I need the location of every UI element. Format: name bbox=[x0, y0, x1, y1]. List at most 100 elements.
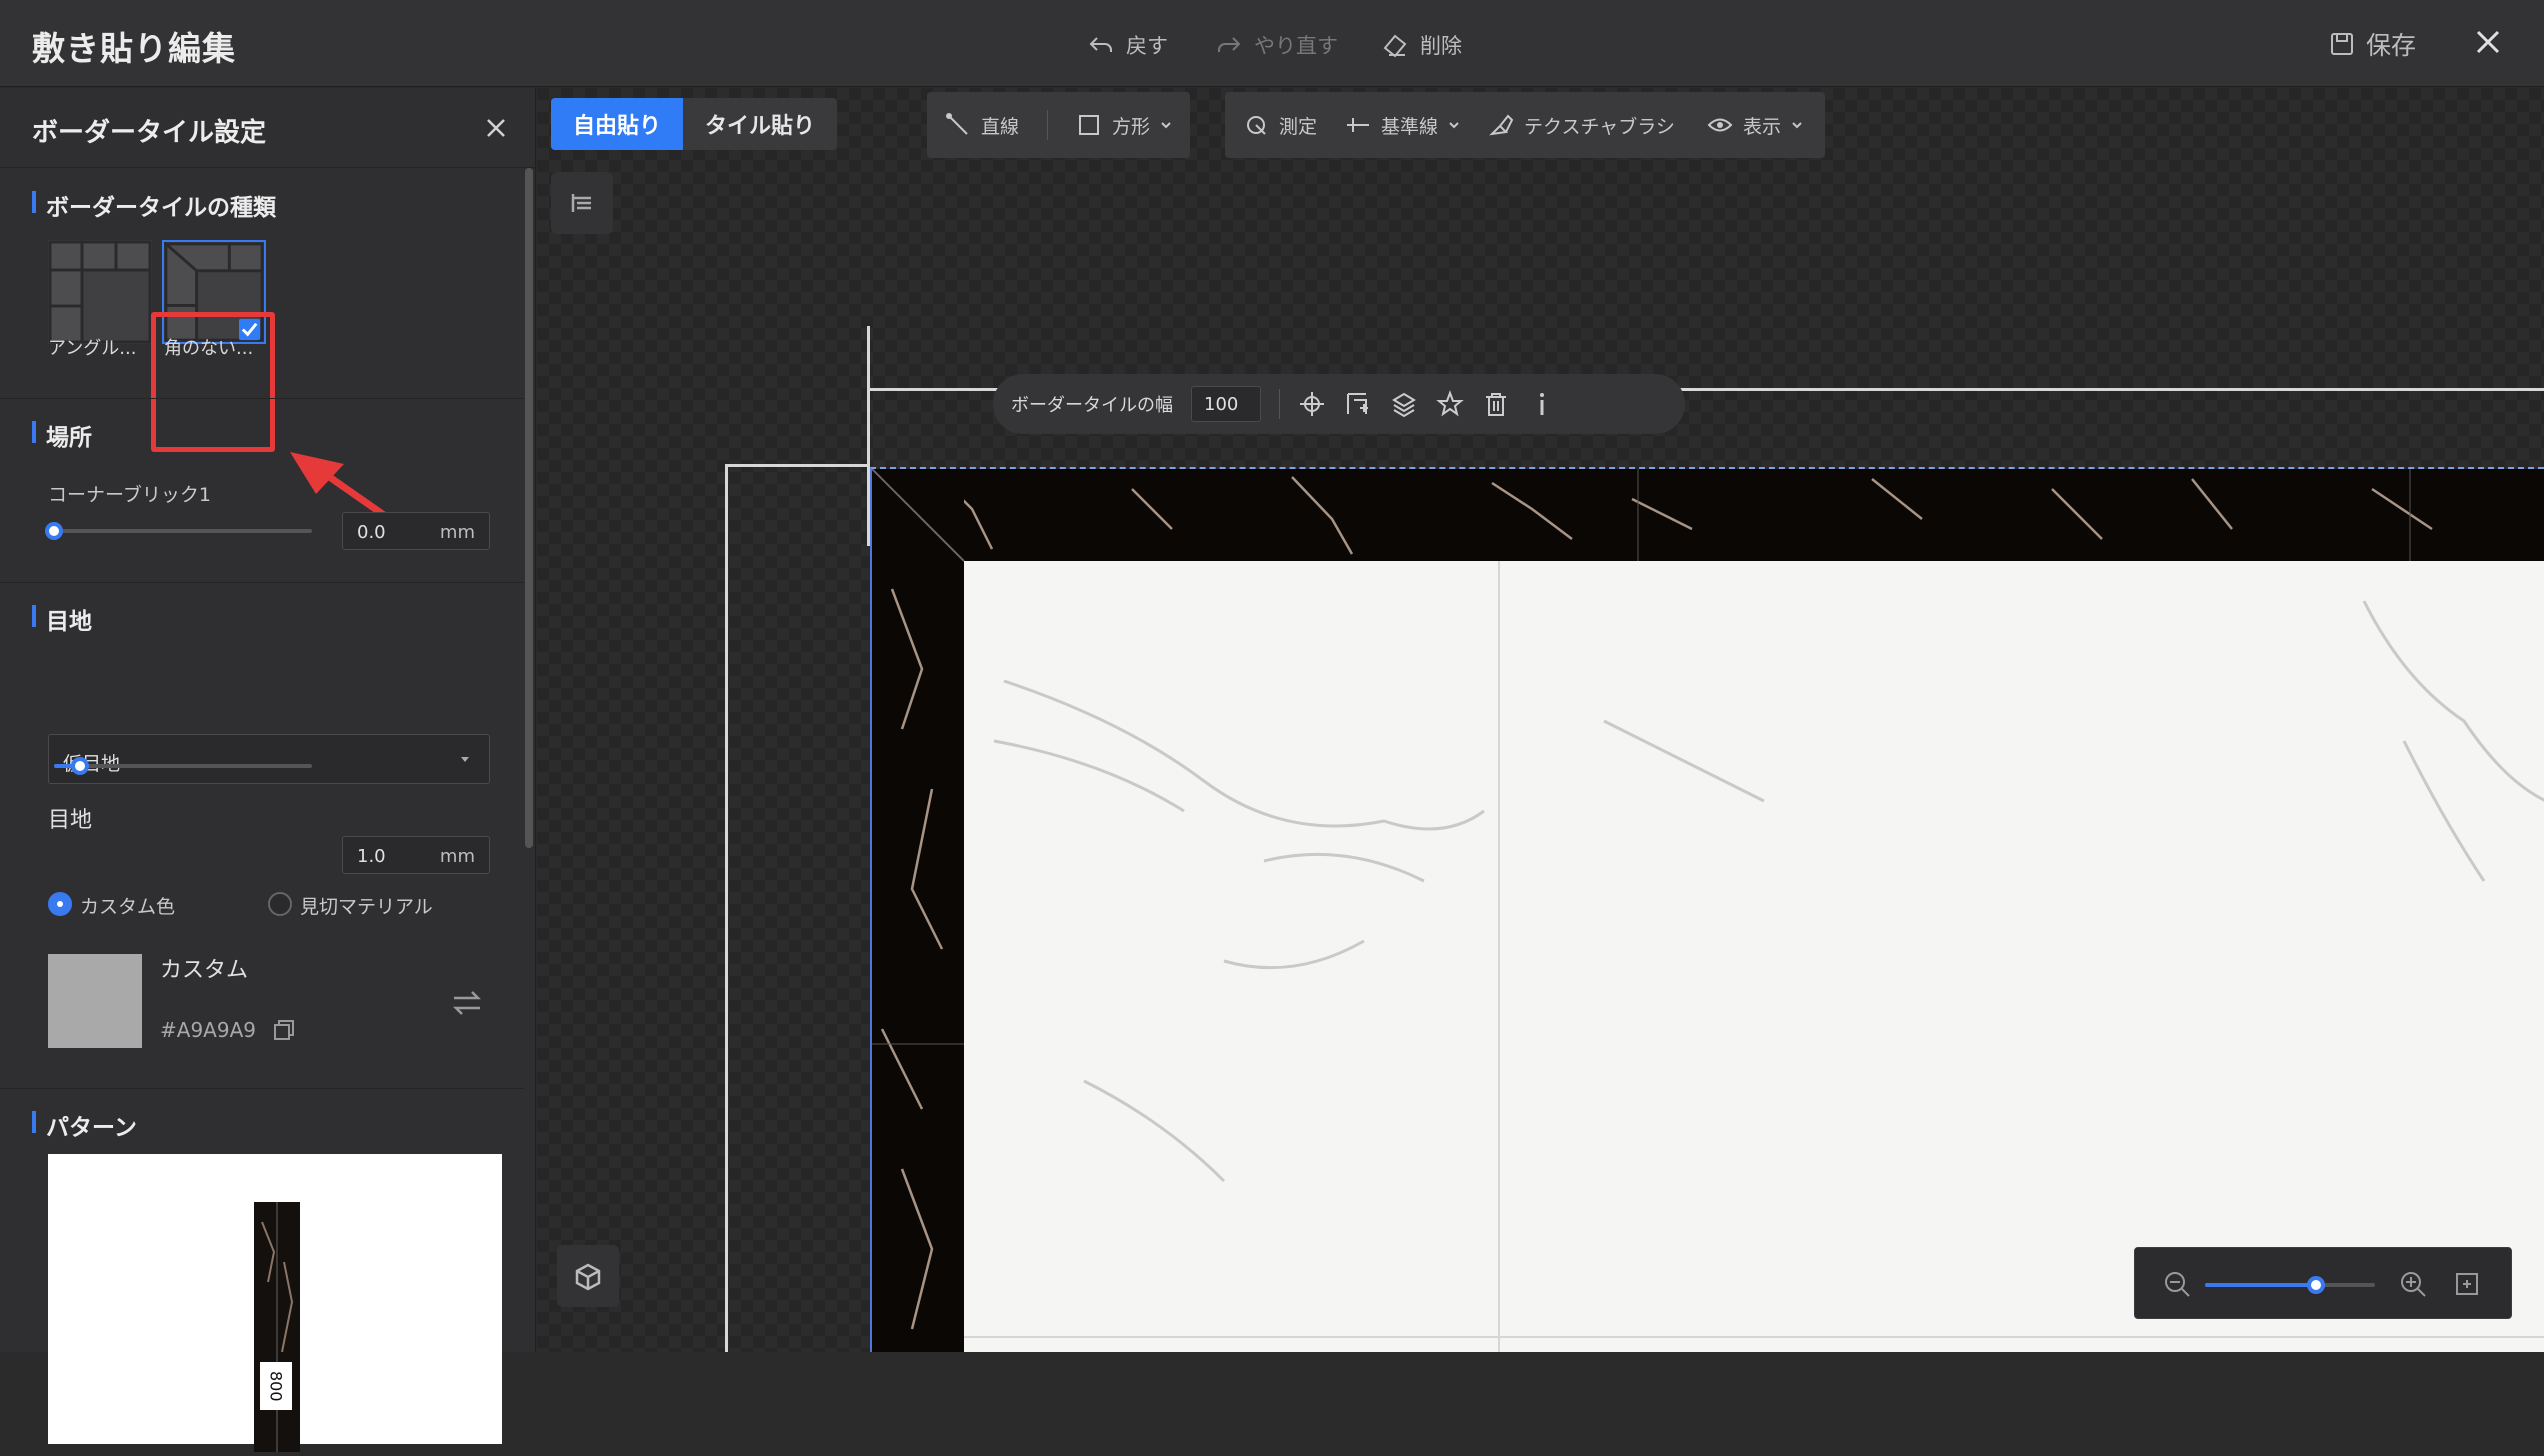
redo-label: やり直す bbox=[1254, 34, 1338, 58]
pattern-preview: 800 bbox=[48, 1154, 502, 1452]
zoom-slider-fill bbox=[2205, 1283, 2316, 1287]
guide-tool[interactable]: 基準線 bbox=[1345, 112, 1460, 139]
joint-width-input[interactable]: 1.0 mm bbox=[342, 836, 490, 874]
view-tool[interactable]: 表示 bbox=[1707, 112, 1803, 139]
3d-view-button[interactable] bbox=[557, 1245, 619, 1307]
color-hex: #A9A9A9 bbox=[160, 1018, 256, 1042]
tab-tile-layout[interactable]: タイル貼り bbox=[683, 98, 837, 150]
eraser-icon bbox=[1383, 34, 1407, 58]
info-icon[interactable] bbox=[1528, 390, 1556, 418]
rect-tool[interactable]: 方形 bbox=[1076, 112, 1172, 139]
fit-screen-icon[interactable] bbox=[2453, 1270, 2481, 1298]
panel-title: ボーダータイル設定 bbox=[32, 118, 267, 148]
delete-button[interactable]: 削除 bbox=[1380, 28, 1462, 62]
zoom-out-icon[interactable] bbox=[2163, 1270, 2191, 1298]
joint-width-slider[interactable] bbox=[54, 764, 312, 768]
save-icon bbox=[2331, 33, 2353, 55]
panel-header: ボーダータイル設定 bbox=[0, 88, 536, 168]
pattern-tile-strip: 800 bbox=[254, 1202, 300, 1452]
marble-texture bbox=[261, 1202, 294, 1452]
rect-icon bbox=[1079, 115, 1100, 135]
chevron-down-icon bbox=[1161, 122, 1171, 129]
app-title: 敷き貼り編集 bbox=[32, 29, 236, 68]
marble-texture bbox=[964, 561, 2544, 1352]
close-icon[interactable] bbox=[482, 114, 510, 142]
view-label: 表示 bbox=[1743, 115, 1782, 138]
measure-label: 測定 bbox=[1279, 115, 1318, 138]
border-tile-left[interactable] bbox=[871, 468, 965, 1352]
star-icon[interactable] bbox=[1436, 390, 1464, 418]
layer-list-button[interactable] bbox=[551, 172, 613, 234]
guide-icon bbox=[1347, 118, 1370, 132]
guide-label: 基準線 bbox=[1381, 115, 1439, 138]
tile-type-angle-label: アングル... bbox=[48, 338, 137, 359]
delete-label: 削除 bbox=[1420, 34, 1462, 58]
joint-type-select[interactable]: 仮目地 bbox=[48, 734, 490, 784]
line-tool[interactable]: 直線 bbox=[945, 112, 1019, 139]
copy-icon[interactable] bbox=[272, 1018, 296, 1042]
measure-icon bbox=[1247, 116, 1266, 135]
highlight-box bbox=[151, 312, 275, 452]
corner-brick-label: コーナーブリック1 bbox=[48, 484, 211, 506]
close-icon[interactable] bbox=[2468, 22, 2508, 62]
tile-type-angle-option[interactable] bbox=[48, 240, 152, 344]
layers-icon[interactable] bbox=[1390, 390, 1418, 418]
joint-width-slider-knob[interactable] bbox=[70, 757, 89, 775]
marble-texture bbox=[871, 468, 2433, 562]
panel-scrollbar[interactable] bbox=[525, 168, 533, 848]
tab-free-layout[interactable]: 自由貼り bbox=[551, 98, 684, 150]
border-width-input[interactable]: 100 bbox=[1191, 386, 1261, 422]
cube-icon bbox=[575, 1263, 601, 1291]
separator bbox=[1279, 389, 1280, 419]
corner-brick-unit: mm bbox=[439, 522, 475, 543]
add-corner-icon[interactable] bbox=[1344, 390, 1372, 418]
corner-brick-slider[interactable] bbox=[54, 529, 312, 533]
swap-icon[interactable] bbox=[450, 988, 484, 1018]
line-icon bbox=[946, 113, 968, 135]
location-heading: 場所 bbox=[32, 418, 92, 452]
zoom-slider-knob[interactable] bbox=[2306, 1276, 2325, 1294]
save-button[interactable]: 保存 bbox=[2328, 26, 2416, 62]
rect-label: 方形 bbox=[1112, 115, 1151, 138]
eye-icon bbox=[1707, 118, 1733, 132]
dimension-line-left bbox=[725, 464, 728, 1352]
trim-material-label: 見切マテリアル bbox=[300, 896, 433, 918]
undo-icon bbox=[1089, 37, 1112, 52]
texture-brush-label: テクスチャブラシ bbox=[1524, 115, 1675, 138]
pattern-dimension: 800 bbox=[260, 1362, 292, 1410]
editing-canvas[interactable]: 自由貼り タイル貼り 直線 方形 測定 基準線 テクスチャブラシ 表示 ボーダー… bbox=[537, 88, 2544, 1352]
corner-brick-slider-knob[interactable] bbox=[45, 522, 63, 540]
zoom-in-icon[interactable] bbox=[2399, 1270, 2427, 1298]
border-tile-top[interactable] bbox=[871, 468, 2544, 562]
custom-color-radio[interactable] bbox=[48, 892, 72, 916]
chevron-down-icon bbox=[1449, 122, 1459, 129]
redo-button[interactable]: やり直す bbox=[1214, 28, 1338, 62]
crosshair-icon[interactable] bbox=[1298, 390, 1326, 418]
measure-tools-group: 測定 基準線 テクスチャブラシ bbox=[1225, 92, 1693, 158]
tile-artboard[interactable] bbox=[870, 467, 2544, 1352]
line-label: 直線 bbox=[981, 115, 1020, 138]
divider bbox=[0, 582, 524, 583]
joint-color-swatch[interactable] bbox=[48, 954, 142, 1048]
trash-icon[interactable] bbox=[1482, 390, 1510, 418]
chevron-down-icon bbox=[1792, 122, 1802, 129]
texture-brush-tool[interactable]: テクスチャブラシ bbox=[1488, 112, 1675, 139]
divider bbox=[0, 398, 524, 399]
view-tools-group: 表示 bbox=[1685, 92, 1826, 158]
measure-tool[interactable]: 測定 bbox=[1243, 112, 1317, 139]
corner-brick-input[interactable]: 0.0 mm bbox=[342, 512, 490, 550]
custom-color-label: カスタム色 bbox=[80, 896, 176, 918]
undo-button[interactable]: 戻す bbox=[1086, 28, 1168, 62]
border-tile-settings-panel: ボーダータイル設定 ボーダータイルの種類 アングル... 角のない... 場所 … bbox=[0, 88, 536, 1452]
draw-tools-group: 直線 方形 bbox=[927, 92, 1191, 158]
border-width-label: ボーダータイルの幅 bbox=[1011, 395, 1173, 416]
mode-tabs: 自由貼り タイル貼り bbox=[551, 98, 838, 150]
title-bar: 敷き貼り編集 戻す やり直す 削除 保存 bbox=[0, 0, 2544, 87]
tile-type-heading: ボーダータイルの種類 bbox=[32, 188, 276, 222]
pattern-heading: パターン bbox=[32, 1108, 137, 1142]
corner-brick-value: 0.0 bbox=[357, 522, 386, 543]
floor-marble-tiles[interactable] bbox=[964, 561, 2544, 1352]
list-icon bbox=[571, 194, 591, 212]
trim-material-radio[interactable] bbox=[268, 892, 292, 916]
brush-icon bbox=[1489, 114, 1514, 136]
